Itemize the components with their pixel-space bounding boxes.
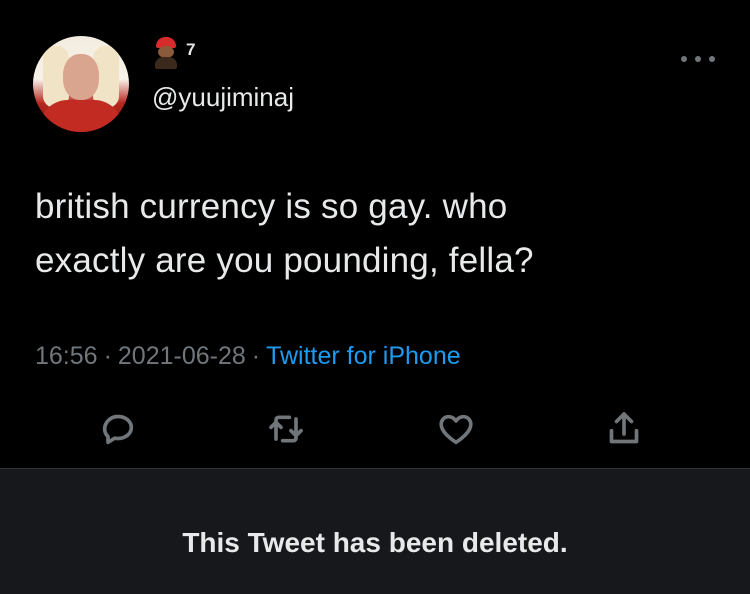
display-name-number: 7 [186,40,196,59]
tweet-text-line-2: exactly are you pounding, fella? [35,241,534,280]
share-button[interactable] [600,405,648,453]
display-name[interactable]: 7 [152,36,195,70]
tweet-date: 2021-06-28 [117,342,246,370]
heart-icon [439,414,473,445]
avatar-coat [39,100,123,132]
reply-button[interactable] [94,405,142,453]
retweet-icon [269,415,303,443]
deleted-notice-text: This Tweet has been deleted. [182,527,568,558]
tweet-time: 16:56 [35,342,98,370]
retweet-button[interactable] [262,405,310,453]
tweet-source-link[interactable]: Twitter for iPhone [266,342,461,370]
firefighter-emoji-icon [152,37,180,69]
tweet-card: 7 @yuujiminaj british currency is so gay… [0,0,750,468]
tweet-metadata: 16:56 · 2021-06-28 · Twitter for iPhone [35,342,461,371]
action-bar [0,405,750,453]
deleted-tweet-notice: This Tweet has been deleted. [0,468,750,594]
tweet-text-line-1: british currency is so gay. who [35,187,508,226]
user-handle[interactable]: @yuujiminaj [152,82,294,113]
reply-icon [102,414,134,445]
avatar[interactable] [33,36,129,132]
share-icon [609,412,639,444]
tweet-text: british currency is so gay. who exactly … [35,180,725,288]
avatar-face [63,54,99,100]
separator-dot: · [103,342,112,370]
more-options-icon[interactable] [681,52,715,66]
like-button[interactable] [432,405,480,453]
separator-dot: · [251,342,261,370]
